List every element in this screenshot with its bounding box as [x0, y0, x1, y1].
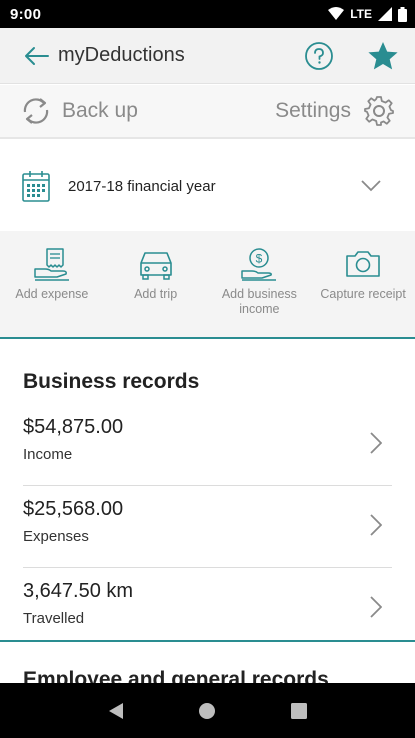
business-records-list: $54,875.00 Income $25,568.00 Expenses 3,… [0, 404, 415, 650]
camera-icon [346, 251, 380, 277]
wifi-icon [328, 7, 345, 20]
employee-records-title: Employee and general records [23, 668, 329, 684]
expenses-label: Expenses [23, 528, 89, 545]
svg-text:$: $ [256, 252, 263, 266]
back-button[interactable] [16, 36, 56, 76]
chevron-right-icon [370, 514, 382, 536]
status-icons: LTE [328, 6, 407, 22]
status-bar: 9:00 LTE [0, 0, 415, 28]
signal-icon [378, 7, 392, 21]
quick-actions: Add expense Add trip $ Add business inco… [0, 231, 415, 339]
business-records-title: Business records [23, 370, 200, 393]
expenses-value: $25,568.00 [23, 498, 124, 520]
nav-back-icon [108, 702, 123, 719]
nav-recents-icon [291, 702, 308, 719]
status-time: 9:00 [10, 5, 42, 23]
receipt-hand-icon [34, 248, 69, 281]
travelled-value: 3,647.50 km [23, 580, 134, 602]
settings-button[interactable]: Settings [275, 95, 395, 127]
car-icon [139, 252, 172, 280]
add-business-income-button[interactable]: $ Add business income [208, 231, 312, 337]
nav-home-icon [199, 702, 216, 719]
travelled-label: Travelled [23, 610, 85, 627]
income-label: Income [23, 446, 73, 463]
network-label: LTE [350, 7, 372, 21]
calendar-icon [22, 171, 50, 202]
add-business-income-label: Add business income [221, 287, 297, 316]
backup-bar: Back up Settings [0, 85, 415, 139]
backup-label: Back up [62, 99, 138, 122]
star-icon [368, 41, 398, 69]
income-value: $54,875.00 [23, 416, 124, 438]
nav-home-button[interactable] [187, 691, 227, 731]
add-expense-label: Add expense [15, 287, 89, 301]
add-trip-label: Add trip [134, 287, 178, 301]
business-records-section: Business records $54,875.00 Income $25,5… [0, 342, 415, 650]
help-icon [305, 41, 333, 70]
chevron-down-icon [361, 180, 381, 192]
income-record[interactable]: $54,875.00 Income [23, 404, 392, 486]
backup-button[interactable]: Back up [20, 95, 138, 127]
coin-hand-icon: $ [241, 248, 277, 281]
system-nav-bar [0, 683, 415, 738]
battery-icon [398, 6, 407, 22]
expenses-record[interactable]: $25,568.00 Expenses [23, 486, 392, 568]
nav-back-button[interactable] [96, 691, 136, 731]
add-expense-button[interactable]: Add expense [0, 231, 104, 337]
chevron-right-icon [370, 432, 382, 454]
capture-receipt-label: Capture receipt [320, 287, 406, 301]
gear-icon [364, 96, 394, 126]
app-bar: myDeductions [0, 28, 415, 84]
favourite-button[interactable] [363, 36, 403, 76]
back-arrow-icon [25, 46, 49, 65]
section-divider [0, 640, 415, 642]
settings-label: Settings [275, 99, 351, 122]
add-trip-button[interactable]: Add trip [104, 231, 208, 337]
financial-year-selector[interactable]: 2017-18 financial year [0, 141, 415, 231]
travelled-record[interactable]: 3,647.50 km Travelled [23, 568, 392, 650]
capture-receipt-button[interactable]: Capture receipt [311, 231, 415, 337]
help-button[interactable] [299, 36, 339, 76]
financial-year-label: 2017-18 financial year [68, 177, 216, 195]
sync-icon [23, 98, 49, 124]
nav-recents-button[interactable] [279, 691, 319, 731]
chevron-right-icon [370, 596, 382, 618]
app-title: myDeductions [58, 44, 185, 66]
